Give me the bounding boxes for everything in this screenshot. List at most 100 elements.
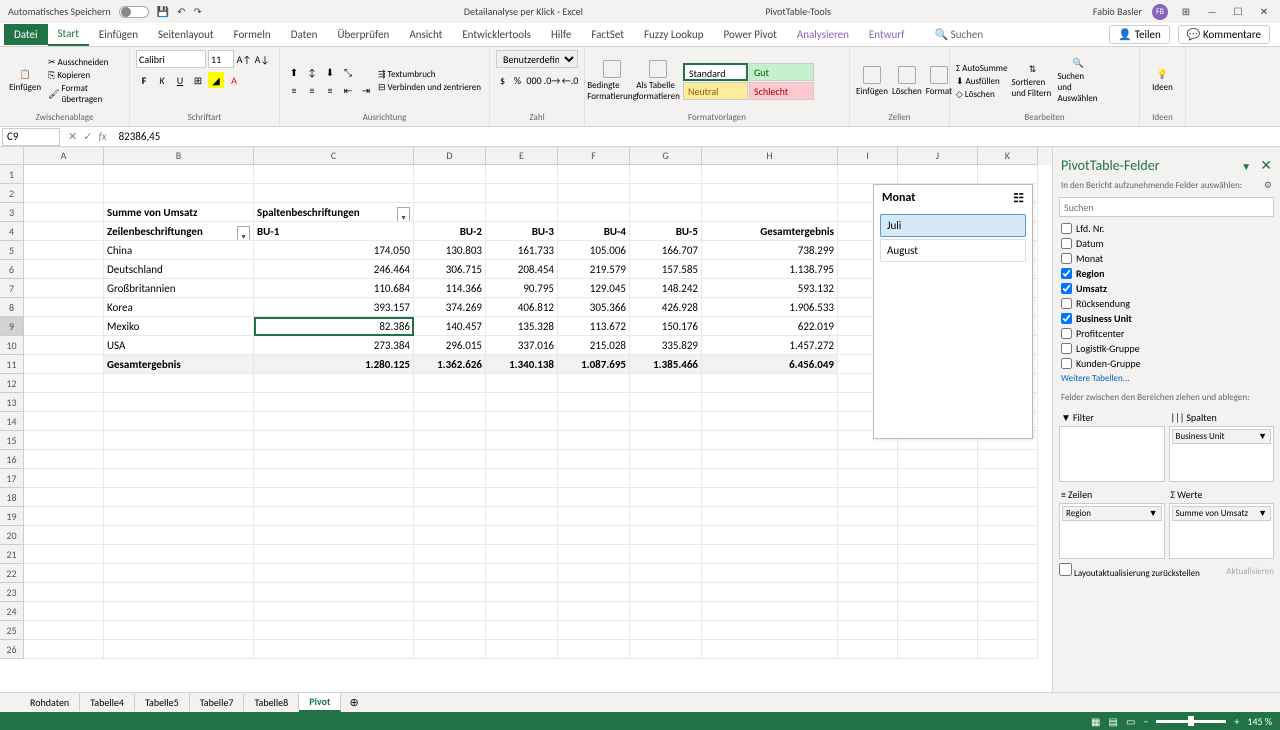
cell[interactable]: [104, 545, 254, 564]
cell[interactable]: [486, 621, 558, 640]
cell[interactable]: [978, 469, 1038, 488]
row-header[interactable]: 22: [0, 564, 24, 583]
cell[interactable]: [898, 640, 978, 659]
clear-button[interactable]: ◇ Löschen: [956, 89, 1007, 100]
cell[interactable]: 1.457.272: [702, 336, 838, 355]
values-item[interactable]: Summe von Umsatz▼: [1172, 506, 1272, 521]
search-label[interactable]: Suchen: [951, 28, 984, 41]
field-business-unit[interactable]: Business Unit: [1059, 311, 1274, 326]
format-as-table-button[interactable]: Als Tabelle formatieren: [637, 60, 679, 102]
cell[interactable]: 1.906.533: [702, 298, 838, 317]
thousand-icon[interactable]: 000: [526, 72, 542, 88]
cell[interactable]: 90.795: [486, 279, 558, 298]
cell[interactable]: 305.366: [558, 298, 630, 317]
cell[interactable]: [254, 526, 414, 545]
slicer-multi-icon[interactable]: ☷: [1013, 191, 1024, 206]
tab-einfügen[interactable]: Einfügen: [89, 24, 148, 45]
select-all-corner[interactable]: [0, 147, 24, 165]
col-header-I[interactable]: I: [838, 147, 898, 165]
cell[interactable]: [838, 621, 898, 640]
cell[interactable]: [24, 184, 104, 203]
tab-factset[interactable]: FactSet: [581, 24, 634, 45]
cell[interactable]: [978, 640, 1038, 659]
undo-icon[interactable]: ↶: [177, 5, 185, 18]
cell[interactable]: China: [104, 241, 254, 260]
cell[interactable]: 166.707: [630, 241, 702, 260]
cell[interactable]: [630, 203, 702, 222]
row-header[interactable]: 15: [0, 431, 24, 450]
fill-button[interactable]: ⬇ Ausfüllen: [956, 76, 1007, 87]
ribbon-options-icon[interactable]: ⊞: [1178, 4, 1194, 20]
cell[interactable]: [24, 526, 104, 545]
currency-icon[interactable]: $: [496, 72, 509, 88]
row-header[interactable]: 13: [0, 393, 24, 412]
cell[interactable]: [838, 640, 898, 659]
increase-font-icon[interactable]: A↑: [236, 51, 252, 67]
cell[interactable]: [24, 336, 104, 355]
cell[interactable]: [414, 526, 486, 545]
name-box[interactable]: [2, 128, 60, 146]
align-middle-icon[interactable]: ↕: [304, 64, 320, 80]
cell[interactable]: [254, 393, 414, 412]
cell[interactable]: [486, 184, 558, 203]
insert-cells-button[interactable]: Einfügen: [856, 66, 888, 97]
style-gut[interactable]: Gut: [749, 63, 814, 81]
cell[interactable]: [254, 431, 414, 450]
field-r-cksendung[interactable]: Rücksendung: [1059, 296, 1274, 311]
cell[interactable]: [254, 640, 414, 659]
col-header-K[interactable]: K: [978, 147, 1038, 165]
cell[interactable]: [24, 564, 104, 583]
cell[interactable]: [486, 545, 558, 564]
cell[interactable]: [558, 393, 630, 412]
indent-inc-icon[interactable]: ⇥: [358, 82, 374, 98]
cell[interactable]: [486, 412, 558, 431]
cell[interactable]: [486, 488, 558, 507]
cell[interactable]: [702, 602, 838, 621]
cell[interactable]: [898, 450, 978, 469]
accept-formula-icon[interactable]: ✓: [83, 130, 92, 143]
cell[interactable]: 157.585: [630, 260, 702, 279]
fx-icon[interactable]: fx: [98, 130, 106, 143]
cell[interactable]: 246.464: [254, 260, 414, 279]
italic-button[interactable]: K: [154, 72, 170, 88]
cell[interactable]: [24, 165, 104, 184]
cell[interactable]: [24, 355, 104, 374]
cell[interactable]: [978, 583, 1038, 602]
tab-file[interactable]: Datei: [4, 24, 48, 45]
row-header[interactable]: 16: [0, 450, 24, 469]
slicer-monat[interactable]: Monat ☷ JuliAugust: [873, 184, 1033, 439]
cell[interactable]: [104, 526, 254, 545]
paste-button[interactable]: 📋 Einfügen: [6, 69, 44, 93]
ideas-button[interactable]: 💡Ideen: [1146, 69, 1179, 93]
cell[interactable]: [104, 640, 254, 659]
cell[interactable]: [630, 602, 702, 621]
cell[interactable]: [24, 203, 104, 222]
sheet-tab-tabelle4[interactable]: Tabelle4: [80, 694, 135, 711]
row-header[interactable]: 6: [0, 260, 24, 279]
cell[interactable]: 219.579: [558, 260, 630, 279]
cell[interactable]: Gesamtergebnis: [104, 355, 254, 374]
cell[interactable]: BU-4: [558, 222, 630, 241]
font-color-button[interactable]: A: [226, 72, 242, 88]
cell[interactable]: [838, 583, 898, 602]
row-header[interactable]: 7: [0, 279, 24, 298]
cell[interactable]: [414, 545, 486, 564]
cell[interactable]: [24, 469, 104, 488]
cell[interactable]: [24, 583, 104, 602]
cell[interactable]: [486, 203, 558, 222]
cell[interactable]: [702, 203, 838, 222]
row-header[interactable]: 3: [0, 203, 24, 222]
cell[interactable]: [254, 545, 414, 564]
cell[interactable]: [414, 507, 486, 526]
view-normal-icon[interactable]: ▦: [1091, 715, 1100, 728]
cell[interactable]: 110.684: [254, 279, 414, 298]
field-logistik-gruppe[interactable]: Logistik-Gruppe: [1059, 341, 1274, 356]
cell[interactable]: [24, 431, 104, 450]
cell[interactable]: [838, 564, 898, 583]
cell[interactable]: [978, 526, 1038, 545]
cell[interactable]: [898, 602, 978, 621]
cell[interactable]: [254, 374, 414, 393]
filter-drop-area[interactable]: [1059, 426, 1165, 482]
cell[interactable]: BU-3: [486, 222, 558, 241]
cell[interactable]: [414, 564, 486, 583]
